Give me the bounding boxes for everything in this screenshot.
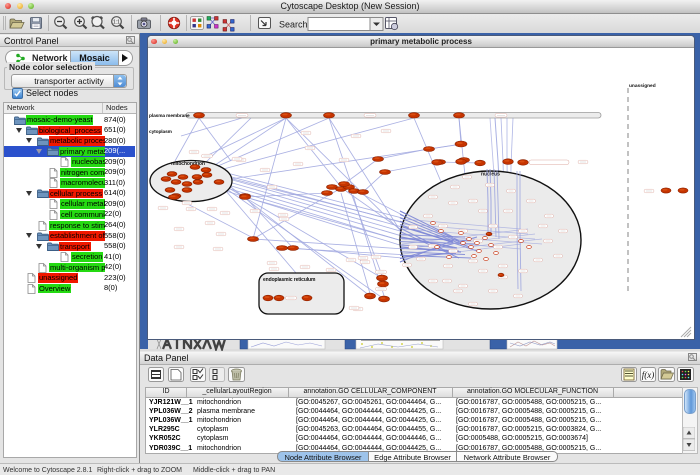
svg-text:plasma membrane: plasma membrane <box>149 113 190 119</box>
svg-text:cytoplasm: cytoplasm <box>149 129 172 135</box>
svg-text:endoplasmic reticulum: endoplasmic reticulum <box>263 277 316 283</box>
svg-text:1:1: 1:1 <box>113 20 120 26</box>
svg-text:Search:: Search: <box>279 20 310 30</box>
svg-text:f(x): f(x) <box>642 370 655 380</box>
svg-text:unassigned: unassigned <box>629 83 656 89</box>
